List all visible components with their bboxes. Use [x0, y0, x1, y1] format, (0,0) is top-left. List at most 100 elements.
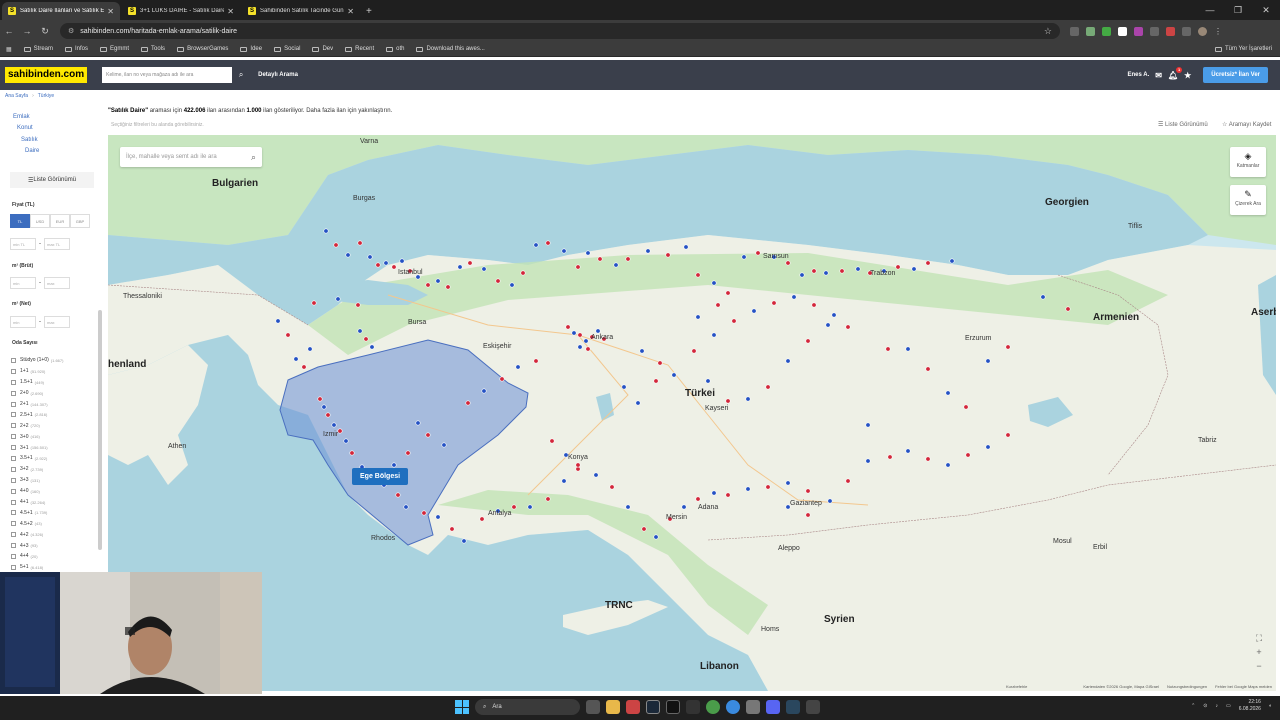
- listing-marker[interactable]: [511, 504, 517, 510]
- listing-marker[interactable]: [357, 240, 363, 246]
- close-tab-icon[interactable]: ✕: [227, 7, 234, 16]
- listing-marker[interactable]: [307, 346, 313, 352]
- listing-marker[interactable]: [1040, 294, 1046, 300]
- room-option[interactable]: 4+2 (4.326): [11, 529, 63, 540]
- bookmark-star-icon[interactable]: ☆: [1044, 26, 1052, 37]
- listing-marker[interactable]: [895, 264, 901, 270]
- listing-marker[interactable]: [925, 366, 931, 372]
- listing-marker[interactable]: [839, 268, 845, 274]
- listing-marker[interactable]: [725, 492, 731, 498]
- room-checkbox[interactable]: [11, 510, 16, 516]
- listing-marker[interactable]: [985, 444, 991, 450]
- listing-marker[interactable]: [375, 262, 381, 268]
- category-daire[interactable]: Daire: [25, 148, 39, 154]
- listing-marker[interactable]: [311, 300, 317, 306]
- room-option[interactable]: 4+0 (160): [11, 486, 63, 497]
- listing-marker[interactable]: [641, 526, 647, 532]
- new-tab-icon[interactable]: +: [366, 2, 372, 20]
- listing-marker[interactable]: [831, 312, 837, 318]
- room-option[interactable]: 3+1 (156.501): [11, 442, 63, 453]
- listing-marker[interactable]: [435, 278, 441, 284]
- listing-marker[interactable]: [331, 422, 337, 428]
- listing-marker[interactable]: [613, 262, 619, 268]
- max-m2-gross-input[interactable]: max: [44, 277, 70, 289]
- listing-marker[interactable]: [855, 266, 861, 272]
- room-option[interactable]: Stüdyo (1+0) (1.667): [11, 355, 63, 366]
- discord-icon[interactable]: [766, 700, 780, 714]
- listing-marker[interactable]: [467, 260, 473, 266]
- listing-marker[interactable]: [965, 452, 971, 458]
- bookmark-folder[interactable]: Dev: [312, 46, 333, 52]
- listing-marker[interactable]: [533, 242, 539, 248]
- listing-marker[interactable]: [635, 400, 641, 406]
- steam-icon[interactable]: [646, 700, 660, 714]
- app-icon[interactable]: [746, 700, 760, 714]
- listing-marker[interactable]: [609, 484, 615, 490]
- listing-marker[interactable]: [399, 258, 405, 264]
- listing-marker[interactable]: [509, 282, 515, 288]
- listing-marker[interactable]: [945, 390, 951, 396]
- sidebar-list-view-button[interactable]: ☰ Liste Görünümü: [10, 172, 94, 188]
- listing-marker[interactable]: [285, 332, 291, 338]
- listing-marker[interactable]: [1005, 432, 1011, 438]
- listing-marker[interactable]: [625, 256, 631, 262]
- listing-marker[interactable]: [421, 510, 427, 516]
- listing-marker[interactable]: [337, 428, 343, 434]
- listing-marker[interactable]: [301, 364, 307, 370]
- terms-link[interactable]: Nutzungsbedingungen: [1167, 684, 1207, 689]
- listing-marker[interactable]: [657, 360, 663, 366]
- map-search-input[interactable]: İlçe, mahalle veya semt adı ile ara ⌕: [120, 147, 262, 167]
- room-checkbox[interactable]: [11, 521, 16, 527]
- profile-avatar[interactable]: [1198, 26, 1207, 36]
- max-m2-net-input[interactable]: max: [44, 316, 70, 328]
- listing-marker[interactable]: [845, 324, 851, 330]
- listing-marker[interactable]: [383, 260, 389, 266]
- listing-marker[interactable]: [825, 322, 831, 328]
- listing-marker[interactable]: [731, 318, 737, 324]
- listing-marker[interactable]: [405, 450, 411, 456]
- listing-marker[interactable]: [515, 364, 521, 370]
- listing-marker[interactable]: [1005, 344, 1011, 350]
- listing-marker[interactable]: [357, 328, 363, 334]
- listing-marker[interactable]: [415, 420, 421, 426]
- listing-marker[interactable]: [905, 448, 911, 454]
- listing-marker[interactable]: [715, 302, 721, 308]
- mail-icon[interactable]: ✉: [1155, 71, 1162, 80]
- listing-marker[interactable]: [751, 308, 757, 314]
- listing-marker[interactable]: [711, 332, 717, 338]
- listing-marker[interactable]: [293, 356, 299, 362]
- menu-dots-icon[interactable]: ⋮: [1214, 27, 1223, 36]
- listing-marker[interactable]: [911, 266, 917, 272]
- listing-marker[interactable]: [325, 412, 331, 418]
- report-error-link[interactable]: Fehler bei Google Maps melden: [1215, 684, 1272, 689]
- listing-marker[interactable]: [765, 484, 771, 490]
- listing-marker[interactable]: [645, 248, 651, 254]
- max-price-input[interactable]: max TL: [44, 238, 70, 250]
- listing-marker[interactable]: [533, 358, 539, 364]
- listing-marker[interactable]: [653, 534, 659, 540]
- listing-marker[interactable]: [545, 240, 551, 246]
- listing-marker[interactable]: [481, 266, 487, 272]
- draw-area-button[interactable]: ✎ Çizerek Ara: [1230, 185, 1266, 215]
- site-info-icon[interactable]: ⚙: [68, 27, 74, 35]
- all-bookmarks[interactable]: Tüm Yer İşaretleri: [1214, 46, 1272, 52]
- listing-marker[interactable]: [745, 396, 751, 402]
- back-icon[interactable]: ←: [0, 26, 18, 36]
- room-checkbox[interactable]: [11, 499, 16, 505]
- listing-marker[interactable]: [653, 378, 659, 384]
- listing-marker[interactable]: [355, 302, 361, 308]
- listing-marker[interactable]: [597, 256, 603, 262]
- listing-marker[interactable]: [765, 384, 771, 390]
- room-option[interactable]: 4.5+1 (1.739): [11, 507, 63, 518]
- bookmark-folder[interactable]: Recent: [345, 46, 374, 52]
- listing-marker[interactable]: [457, 264, 463, 270]
- listing-marker[interactable]: [561, 478, 567, 484]
- bookmark-folder[interactable]: Egmmt: [100, 46, 129, 52]
- room-option[interactable]: 5+1 (6.418): [11, 562, 63, 572]
- listing-marker[interactable]: [545, 496, 551, 502]
- listing-marker[interactable]: [785, 480, 791, 486]
- tray-expand-icon[interactable]: ⌃: [1191, 703, 1195, 709]
- room-option[interactable]: 2+0 (2.690): [11, 388, 63, 399]
- listing-marker[interactable]: [575, 462, 581, 468]
- room-checkbox[interactable]: [11, 445, 16, 451]
